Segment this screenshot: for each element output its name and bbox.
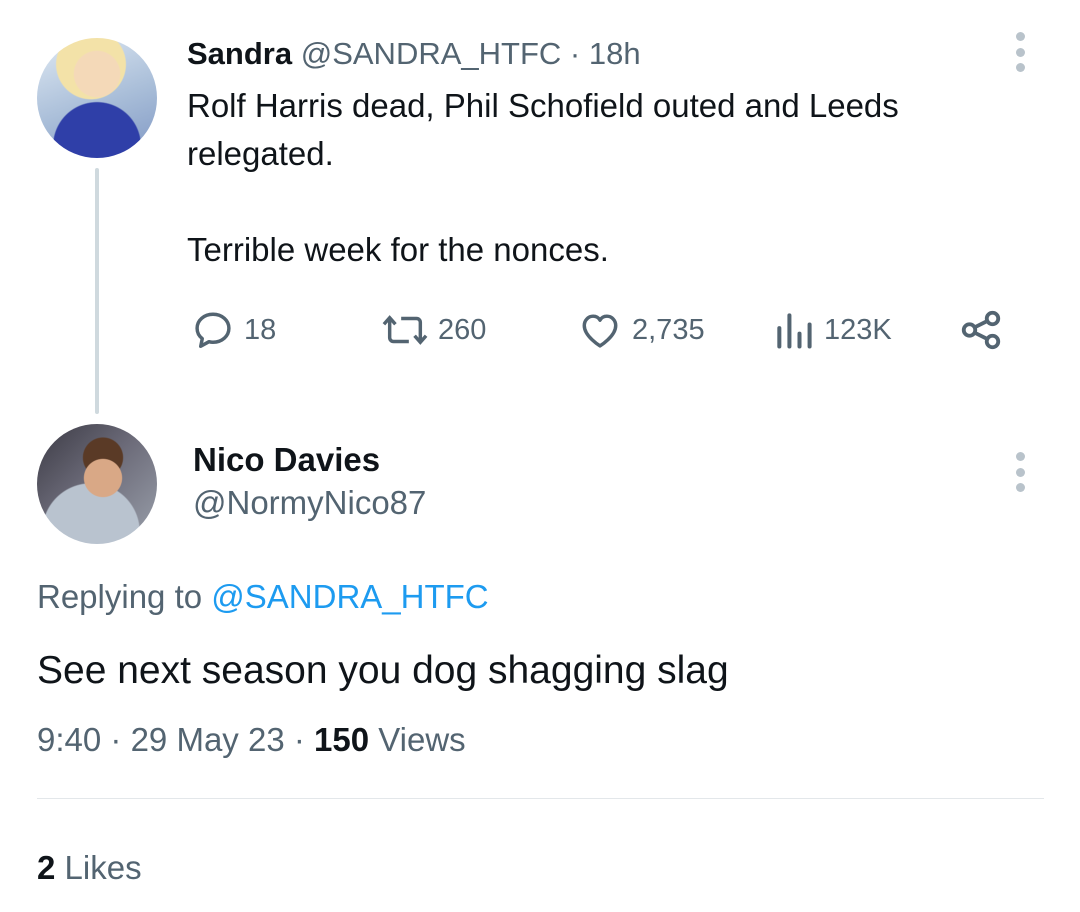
separator: ·	[569, 36, 581, 71]
separator: ·	[110, 721, 122, 758]
likes-link[interactable]: 2 Likes	[37, 846, 142, 890]
views-button[interactable]: 123K	[772, 306, 892, 354]
views-icon	[772, 307, 816, 353]
retweet-button[interactable]: 260	[380, 306, 486, 354]
more-icon[interactable]	[1015, 452, 1025, 492]
replying-to: Replying to @SANDRA_HTFC	[37, 575, 489, 619]
reply-time[interactable]: 9:40	[37, 721, 101, 758]
views-count: 123K	[824, 313, 892, 346]
replying-to-link[interactable]: @SANDRA_HTFC	[211, 578, 488, 615]
tweet-header: Sandra @SANDRA_HTFC · 18h	[187, 34, 641, 74]
reply-icon	[190, 307, 236, 353]
reply-views-count: 150	[314, 721, 370, 758]
reply-author-handle[interactable]: @NormyNico87	[193, 483, 426, 523]
divider	[37, 798, 1044, 799]
avatar-nico[interactable]	[37, 424, 157, 544]
retweet-icon	[380, 307, 430, 353]
retweet-count: 260	[438, 313, 487, 346]
reply-button[interactable]: 18	[190, 306, 276, 354]
thread-line	[95, 168, 99, 414]
heart-icon	[576, 307, 624, 353]
reply-views-label: Views	[378, 721, 466, 758]
avatar-sandra[interactable]	[37, 38, 157, 158]
tweet-actions: 18 260 2,735 123K	[190, 306, 1020, 354]
likes-count: 2	[37, 849, 56, 886]
replying-prefix: Replying to	[37, 578, 203, 615]
reply-author-name[interactable]: Nico Davies	[193, 440, 380, 480]
like-count: 2,735	[632, 313, 705, 346]
author-name[interactable]: Sandra	[187, 36, 292, 71]
tweet-time[interactable]: 18h	[589, 36, 641, 71]
tweet-text-line2: Terrible week for the nonces.	[187, 231, 609, 268]
like-button[interactable]: 2,735	[576, 306, 705, 354]
tweet-text-line1: Rolf Harris dead, Phil Schofield outed a…	[187, 87, 899, 172]
reply-count: 18	[244, 313, 277, 346]
more-icon[interactable]	[1015, 32, 1025, 72]
likes-label: Likes	[64, 849, 142, 886]
share-icon	[958, 307, 1004, 353]
separator: ·	[293, 721, 305, 758]
tweet-text: Rolf Harris dead, Phil Schofield outed a…	[187, 82, 1007, 274]
author-handle[interactable]: @SANDRA_HTFC	[301, 36, 562, 71]
reply-meta: 9:40 · 29 May 23 · 150 Views	[37, 718, 466, 762]
reply-date[interactable]: 29 May 23	[131, 721, 285, 758]
share-button[interactable]	[958, 306, 1004, 354]
reply-text: See next season you dog shagging slag	[37, 649, 729, 692]
